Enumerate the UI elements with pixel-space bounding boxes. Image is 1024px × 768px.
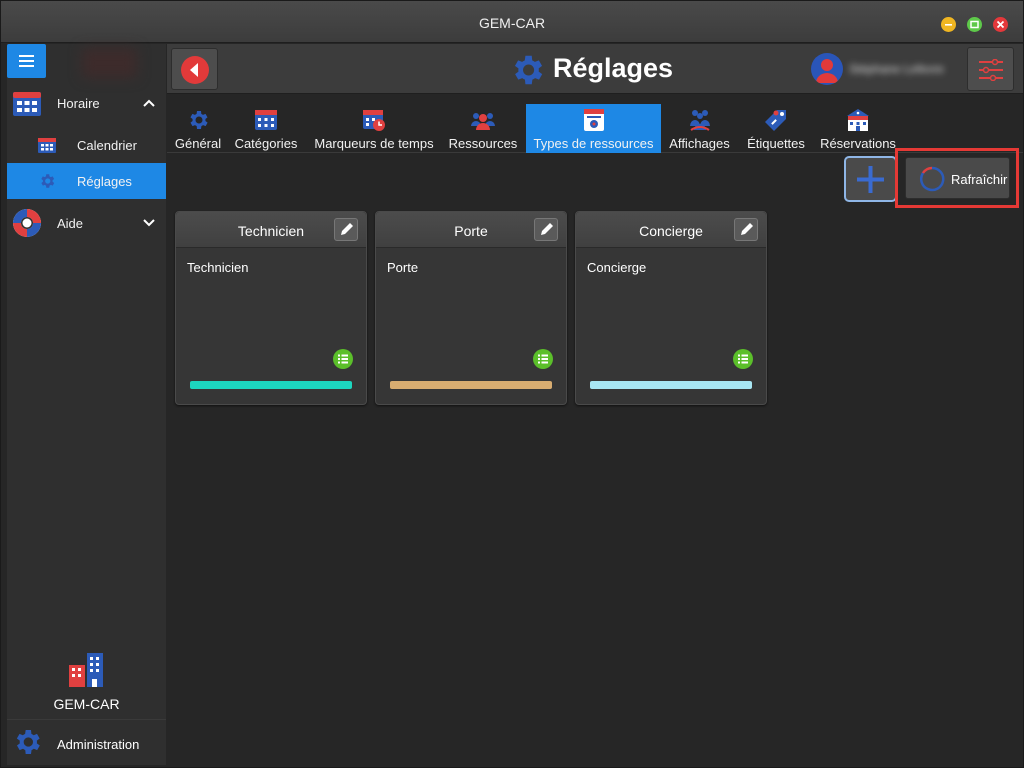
tab-general[interactable]: Général bbox=[171, 104, 225, 153]
admin-gear-icon bbox=[16, 730, 40, 754]
sliders-icon bbox=[979, 59, 1003, 81]
close-icon bbox=[996, 20, 1005, 29]
card-header: Concierge bbox=[576, 212, 766, 248]
edit-button[interactable] bbox=[334, 218, 358, 241]
people-group-icon bbox=[471, 113, 495, 130]
sidebar: Horaire Calendrier Réglages Aide GEM-CAR… bbox=[7, 44, 166, 765]
building-reservation-icon bbox=[847, 109, 869, 131]
tab-label: Marqueurs de temps bbox=[314, 136, 434, 151]
tab-label: Ressources bbox=[448, 136, 518, 151]
main-panel: Réglages Stéphane Lefevre Général Catégo… bbox=[167, 44, 1023, 765]
tab-label: Types de ressources bbox=[533, 136, 654, 151]
card-color-bar bbox=[390, 381, 552, 389]
list-details-button[interactable] bbox=[333, 349, 353, 369]
edit-button[interactable] bbox=[734, 218, 758, 241]
settings-gear-icon bbox=[514, 55, 543, 85]
sidebar-item-label: Calendrier bbox=[77, 138, 137, 153]
resource-type-card: Technicien Technicien bbox=[175, 211, 367, 405]
tab-label: Étiquettes bbox=[747, 136, 805, 151]
tab-types-de-ressources[interactable]: Types de ressources bbox=[526, 104, 661, 153]
tab-label: Catégories bbox=[234, 136, 298, 151]
card-header: Porte bbox=[376, 212, 566, 248]
tag-icon bbox=[765, 110, 786, 131]
display-people-icon bbox=[689, 110, 710, 131]
tab-categories[interactable]: Catégories bbox=[231, 104, 301, 153]
card-description: Porte bbox=[387, 260, 419, 275]
filter-settings-button[interactable] bbox=[967, 47, 1014, 91]
lifebuoy-icon bbox=[13, 209, 41, 237]
tab-ressources[interactable]: Ressources bbox=[447, 104, 519, 153]
card-description: Technicien bbox=[187, 260, 249, 275]
resource-card-icon bbox=[583, 109, 604, 131]
minimize-button[interactable] bbox=[941, 17, 956, 32]
tab-affichages[interactable]: Affichages bbox=[667, 104, 732, 153]
sidebar-group-label: Horaire bbox=[57, 96, 100, 111]
user-icon bbox=[816, 59, 838, 83]
title-bar: GEM-CAR bbox=[1, 1, 1023, 43]
refresh-button[interactable]: Rafraîchir bbox=[905, 157, 1010, 199]
sidebar-group-horaire[interactable]: Horaire bbox=[7, 84, 166, 122]
gear-icon bbox=[190, 111, 208, 129]
list-icon bbox=[738, 354, 748, 364]
sidebar-item-administration[interactable]: Administration bbox=[7, 719, 166, 763]
list-icon bbox=[538, 354, 548, 364]
calendar-grid-icon bbox=[255, 110, 277, 130]
calendar-clock-icon bbox=[363, 110, 385, 131]
list-details-button[interactable] bbox=[533, 349, 553, 369]
pencil-icon bbox=[741, 223, 753, 235]
resource-type-card: Porte Porte bbox=[375, 211, 567, 405]
gear-icon bbox=[41, 174, 55, 188]
refresh-icon bbox=[920, 166, 945, 192]
list-icon bbox=[338, 354, 348, 364]
refresh-label: Rafraîchir bbox=[951, 172, 1008, 187]
hamburger-icon bbox=[19, 55, 34, 57]
plus-icon bbox=[857, 166, 884, 193]
hamburger-menu-button[interactable] bbox=[7, 44, 46, 78]
tab-marqueurs-de-temps[interactable]: Marqueurs de temps bbox=[309, 104, 439, 153]
card-color-bar bbox=[590, 381, 752, 389]
tab-label: Affichages bbox=[669, 136, 730, 151]
calendar-small-icon bbox=[38, 138, 56, 153]
resource-type-card: Concierge Concierge bbox=[575, 211, 767, 405]
tab-label: Réservations bbox=[820, 136, 896, 151]
window-title: GEM-CAR bbox=[478, 15, 546, 31]
list-details-button[interactable] bbox=[733, 349, 753, 369]
tab-label: Général bbox=[174, 136, 222, 151]
close-button[interactable] bbox=[993, 17, 1008, 32]
blurred-logo bbox=[82, 48, 137, 78]
tab-etiquettes[interactable]: Étiquettes bbox=[743, 104, 809, 153]
back-button[interactable] bbox=[171, 48, 218, 90]
admin-label: Administration bbox=[57, 737, 140, 752]
minimize-icon bbox=[945, 24, 952, 26]
card-header: Technicien bbox=[176, 212, 366, 248]
back-arrow-icon bbox=[181, 56, 209, 84]
chevron-down-icon bbox=[143, 219, 155, 227]
chevron-up-icon bbox=[143, 99, 155, 107]
card-color-bar bbox=[190, 381, 352, 389]
page-title: Réglages bbox=[553, 53, 674, 83]
card-description: Concierge bbox=[587, 260, 647, 275]
sidebar-item-reglages[interactable]: Réglages bbox=[7, 163, 166, 199]
edit-button[interactable] bbox=[534, 218, 558, 241]
refresh-highlight: Rafraîchir bbox=[895, 148, 1019, 208]
sidebar-group-label: Aide bbox=[57, 216, 84, 231]
add-button[interactable] bbox=[844, 156, 897, 202]
calendar-icon bbox=[13, 92, 41, 116]
brand-label: GEM-CAR bbox=[53, 696, 120, 712]
sidebar-group-aide[interactable]: Aide bbox=[7, 204, 166, 242]
building-logo-icon bbox=[69, 653, 103, 687]
user-name: Stéphane Lefevre bbox=[849, 62, 944, 76]
avatar[interactable] bbox=[811, 53, 843, 85]
maximize-icon bbox=[970, 20, 979, 29]
header-bar: Réglages Stéphane Lefevre bbox=[167, 44, 1023, 94]
tab-reservations[interactable]: Réservations bbox=[818, 104, 898, 153]
settings-tabs: Général Catégories Marqueurs de temps Re… bbox=[167, 104, 1023, 153]
pencil-icon bbox=[341, 223, 353, 235]
sidebar-item-label: Réglages bbox=[77, 174, 132, 189]
app-window: GEM-CAR Horaire Calendrier Réglages Aide… bbox=[0, 0, 1024, 768]
maximize-button[interactable] bbox=[967, 17, 982, 32]
sidebar-item-calendrier[interactable]: Calendrier bbox=[7, 127, 166, 163]
pencil-icon bbox=[541, 223, 553, 235]
